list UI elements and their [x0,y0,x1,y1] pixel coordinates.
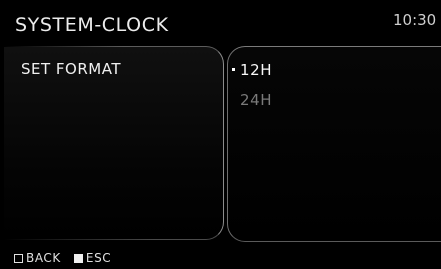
back-label: BACK [26,251,61,265]
menu-item-set-format[interactable]: SET FORMAT [21,60,121,78]
menu-panel: SET FORMAT [4,45,224,241]
selection-bullet-icon [232,68,235,71]
page-title: SYSTEM-CLOCK [15,14,169,36]
esc-label: ESC [85,251,112,265]
esc-hint[interactable]: ESC [73,251,112,265]
options-panel: 12H 24H [227,46,441,242]
back-hint[interactable]: BACK [14,251,61,265]
option-12h[interactable]: 12H [240,61,272,79]
system-clock-screen: SYSTEM-CLOCK 10:30 SET FORMAT 12H 24H BA… [0,0,441,269]
filled-square-icon [73,253,83,263]
footer-hints: BACK ESC [14,250,124,266]
clock-time: 10:30 [393,11,437,29]
hollow-square-icon [14,253,23,263]
option-24h[interactable]: 24H [240,91,272,109]
